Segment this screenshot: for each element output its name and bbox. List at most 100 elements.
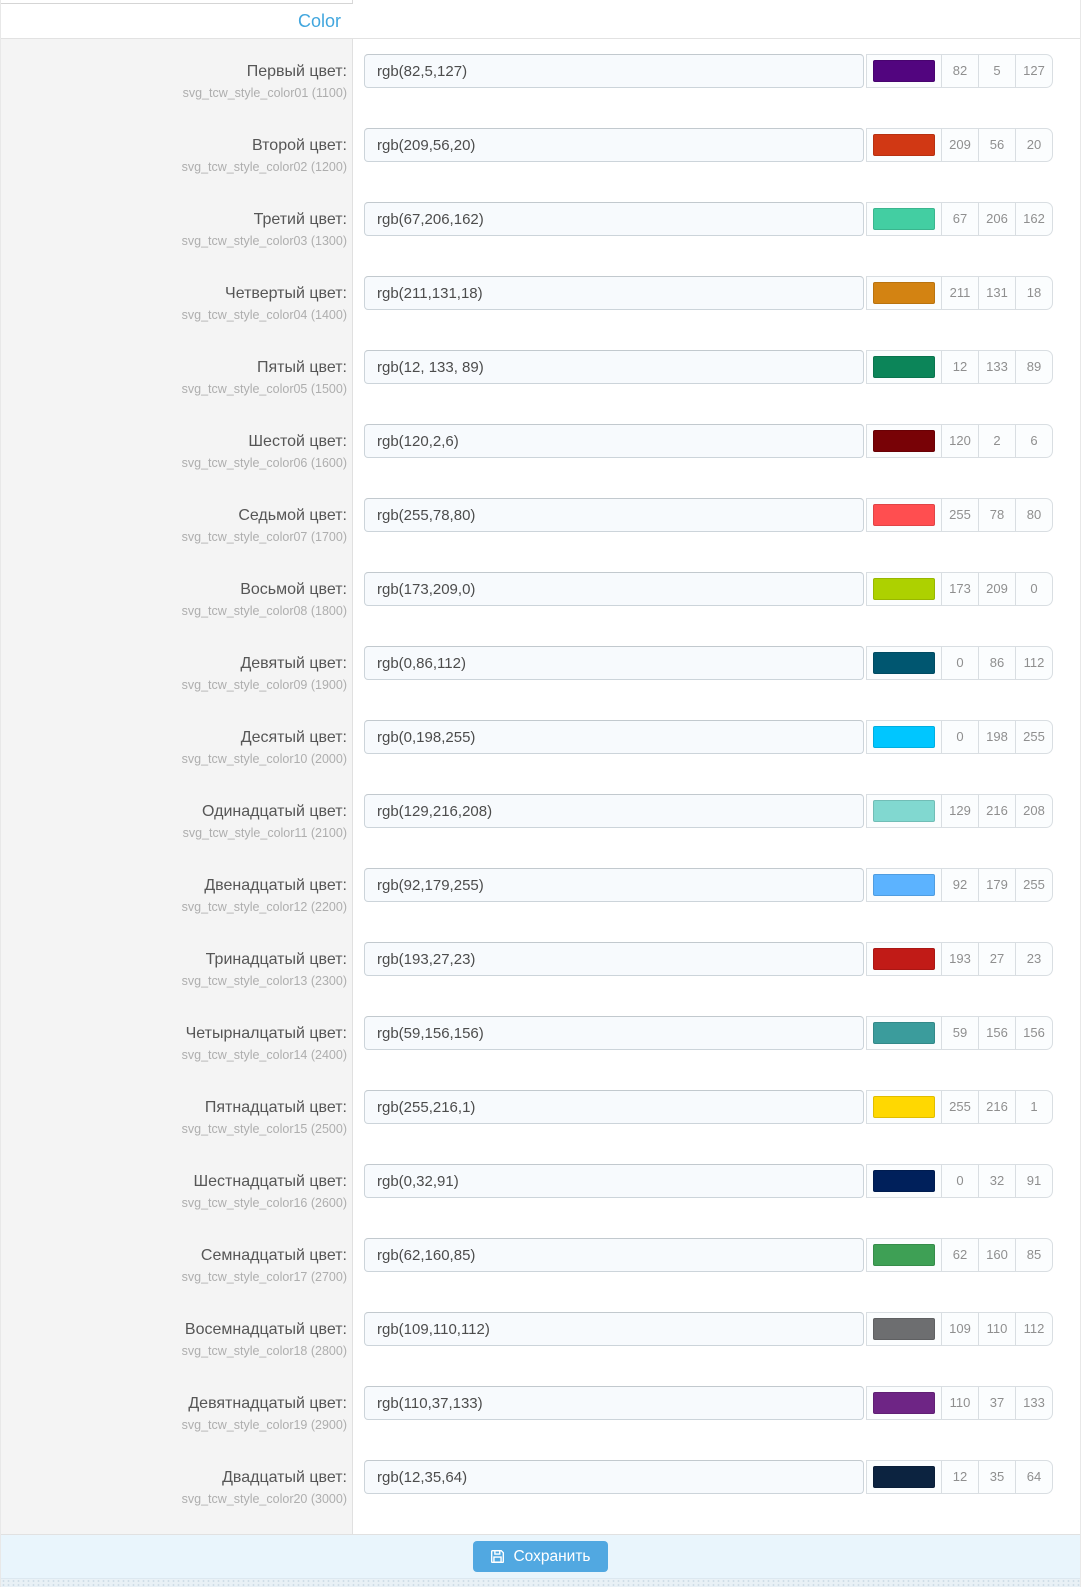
green-value: 179 [979,868,1016,902]
color-swatch[interactable] [866,646,942,680]
rgb-input[interactable] [364,572,864,606]
field-code: svg_tcw_style_color17 (2700) [1,1270,347,1285]
color-row: Шестнадцатый цвет: svg_tcw_style_color16… [1,1164,1080,1238]
color-swatch-fill [873,430,935,452]
field-label: Третий цвет: [1,210,347,229]
rgb-input[interactable] [364,350,864,384]
rgb-input[interactable] [364,498,864,532]
color-row: Восемнадцатый цвет: svg_tcw_style_color1… [1,1312,1080,1386]
color-swatch[interactable] [866,424,942,458]
field-code: svg_tcw_style_color02 (1200) [1,160,347,175]
blue-value: 1 [1016,1090,1053,1124]
color-swatch-fill [873,1318,935,1340]
red-value: 110 [942,1386,979,1420]
red-value: 129 [942,794,979,828]
color-swatch-fill [873,652,935,674]
rgb-input[interactable] [364,276,864,310]
swatch-group: 62 160 85 [866,1238,1053,1272]
color-swatch[interactable] [866,794,942,828]
color-swatch-fill [873,504,935,526]
color-swatch-fill [873,1466,935,1488]
swatch-group: 120 2 6 [866,424,1053,458]
field-label: Девятнадцатый цвет: [1,1394,347,1413]
color-swatch[interactable] [866,54,942,88]
rgb-input[interactable] [364,1460,864,1494]
color-swatch[interactable] [866,276,942,310]
color-swatch[interactable] [866,1016,942,1050]
rgb-input[interactable] [364,424,864,458]
color-swatch[interactable] [866,942,942,976]
rgb-input[interactable] [364,942,864,976]
green-value: 209 [979,572,1016,606]
rgb-input[interactable] [364,1016,864,1050]
form-rows: Первый цвет: svg_tcw_style_color01 (1100… [1,39,1080,1534]
green-value: 156 [979,1016,1016,1050]
swatch-group: 67 206 162 [866,202,1053,236]
swatch-group: 255 78 80 [866,498,1053,532]
rgb-input[interactable] [364,202,864,236]
blue-value: 91 [1016,1164,1053,1198]
color-row: Третий цвет: svg_tcw_style_color03 (1300… [1,202,1080,276]
rgb-input[interactable] [364,868,864,902]
swatch-group: 0 86 112 [866,646,1053,680]
color-row: Семнадцатый цвет: svg_tcw_style_color17 … [1,1238,1080,1312]
color-swatch-fill [873,800,935,822]
rgb-input[interactable] [364,1164,864,1198]
rgb-input[interactable] [364,720,864,754]
blue-value: 208 [1016,794,1053,828]
tab-color[interactable]: Color [1,4,353,38]
green-value: 216 [979,794,1016,828]
field-label: Четырналцатый цвет: [1,1024,347,1043]
color-swatch[interactable] [866,868,942,902]
row-label: Третий цвет: svg_tcw_style_color03 (1300… [1,202,353,276]
blue-value: 156 [1016,1016,1053,1050]
color-swatch[interactable] [866,350,942,384]
color-row: Первый цвет: svg_tcw_style_color01 (1100… [1,54,1080,128]
color-row: Девятый цвет: svg_tcw_style_color09 (190… [1,646,1080,720]
rgb-input[interactable] [364,1386,864,1420]
row-content: 109 110 112 [353,1312,1080,1386]
color-swatch-fill [873,874,935,896]
rgb-input[interactable] [364,1238,864,1272]
field-code: svg_tcw_style_color04 (1400) [1,308,347,323]
rgb-input[interactable] [364,646,864,680]
color-row: Четвертый цвет: svg_tcw_style_color04 (1… [1,276,1080,350]
color-swatch[interactable] [866,1460,942,1494]
save-button[interactable]: Сохранить [473,1541,607,1572]
field-label: Седьмой цвет: [1,506,347,525]
rgb-input[interactable] [364,1312,864,1346]
red-value: 173 [942,572,979,606]
rgb-input[interactable] [364,128,864,162]
color-swatch[interactable] [866,1238,942,1272]
color-swatch[interactable] [866,498,942,532]
swatch-group: 59 156 156 [866,1016,1053,1050]
blue-value: 23 [1016,942,1053,976]
color-swatch[interactable] [866,1312,942,1346]
color-row: Двенадцатый цвет: svg_tcw_style_color12 … [1,868,1080,942]
color-swatch[interactable] [866,1090,942,1124]
red-value: 255 [942,498,979,532]
red-value: 0 [942,720,979,754]
green-value: 131 [979,276,1016,310]
swatch-group: 109 110 112 [866,1312,1053,1346]
field-label: Шестнадцатый цвет: [1,1172,347,1191]
green-value: 216 [979,1090,1016,1124]
color-swatch[interactable] [866,720,942,754]
color-swatch[interactable] [866,128,942,162]
rgb-input[interactable] [364,1090,864,1124]
row-label: Пятнадцатый цвет: svg_tcw_style_color15 … [1,1090,353,1164]
swatch-group: 255 216 1 [866,1090,1053,1124]
color-swatch[interactable] [866,202,942,236]
save-floppy-icon [490,1549,505,1564]
row-label: Двенадцатый цвет: svg_tcw_style_color12 … [1,868,353,942]
color-swatch[interactable] [866,1386,942,1420]
row-content: 211 131 18 [353,276,1080,350]
field-label: Первый цвет: [1,62,347,81]
rgb-input[interactable] [364,54,864,88]
row-label: Восьмой цвет: svg_tcw_style_color08 (180… [1,572,353,646]
color-swatch[interactable] [866,1164,942,1198]
color-swatch[interactable] [866,572,942,606]
rgb-input[interactable] [364,794,864,828]
row-content: 82 5 127 [353,54,1080,128]
field-label: Второй цвет: [1,136,347,155]
